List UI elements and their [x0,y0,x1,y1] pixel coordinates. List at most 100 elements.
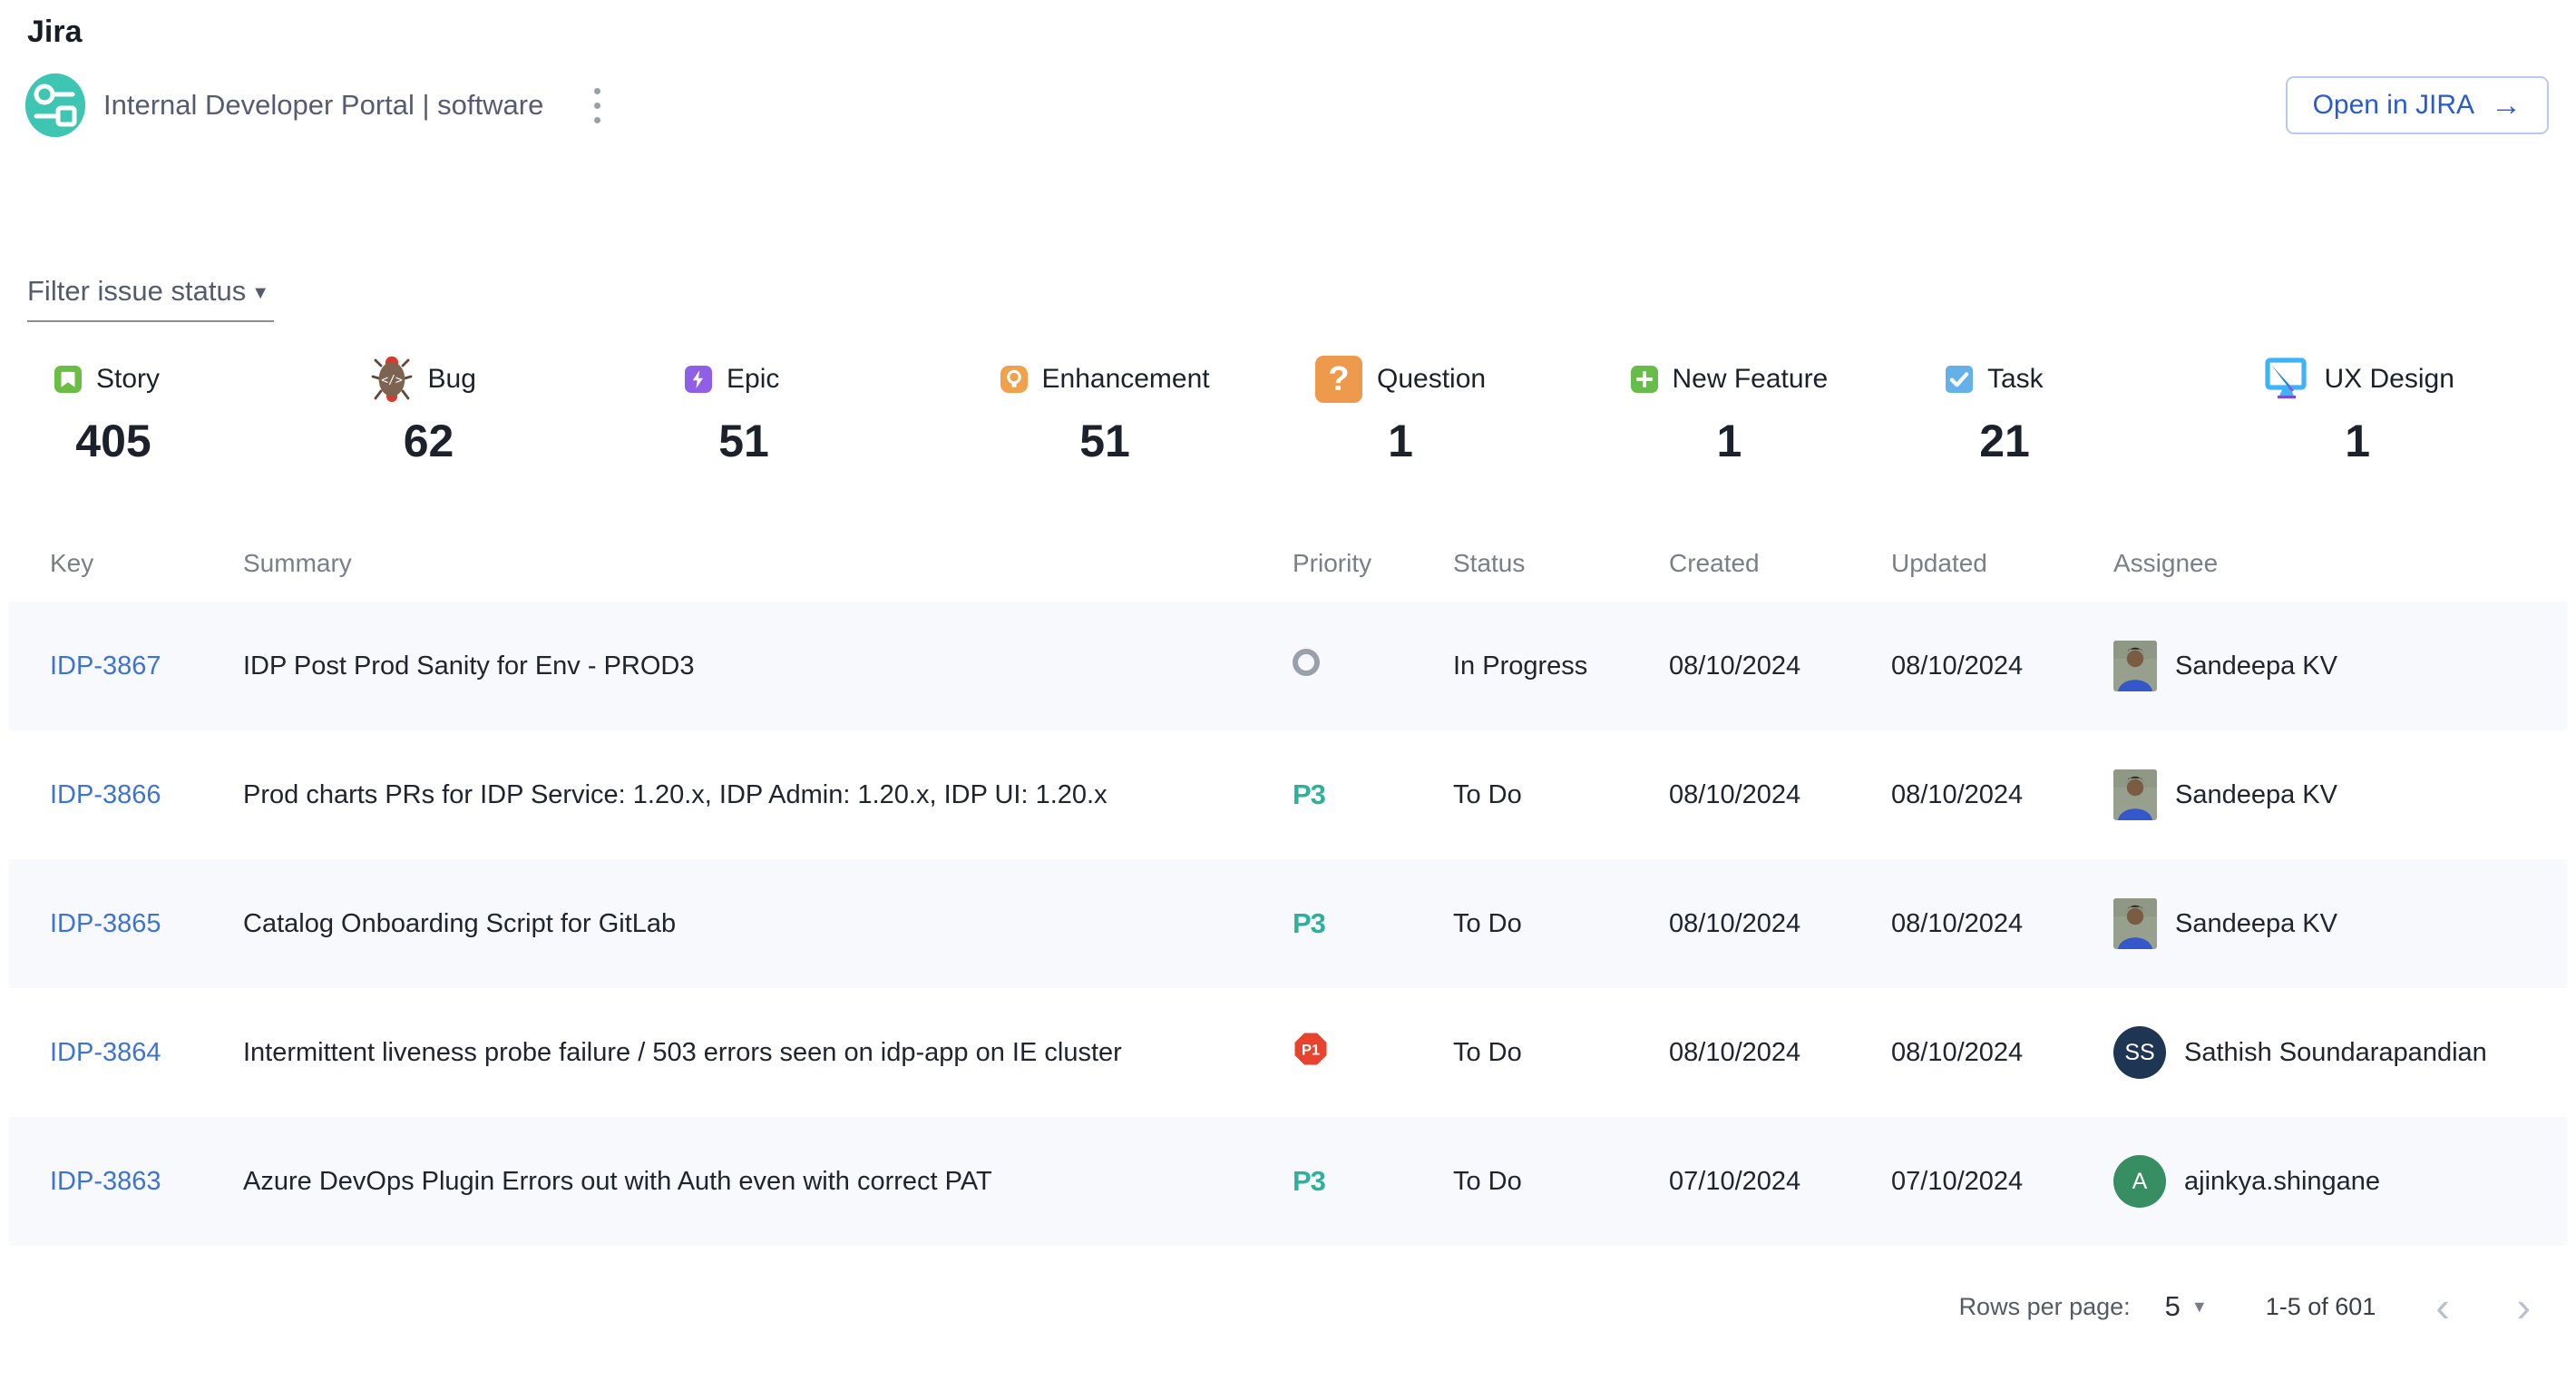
stat-label: UX Design [2325,364,2454,395]
stat-label: New Feature [1673,364,1829,395]
issue-status: To Do [1453,780,1669,810]
issue-key-link[interactable]: IDP-3864 [50,1038,161,1067]
priority-none-icon [1293,649,1320,676]
stat-label: Bug [428,364,476,395]
issue-updated: 08/10/2024 [1891,1038,2113,1068]
avatar [2113,898,2157,949]
card-header: Internal Developer Portal | software Ope… [25,73,2549,137]
col-updated: Updated [1891,549,2113,578]
issue-created: 07/10/2024 [1669,1167,1891,1197]
issue-status: To Do [1453,1038,1669,1068]
stat-count: 62 [370,415,488,467]
priority-p3-icon: P3 [1293,907,1325,939]
stat-count: 1 [2261,415,2454,467]
entity-name: Internal Developer Portal | software [103,89,543,122]
issue-updated: 08/10/2024 [1891,651,2113,681]
col-key: Key [50,549,243,578]
assignee-name: Sandeepa KV [2175,909,2337,939]
story-icon [54,366,82,393]
issue-key-link[interactable]: IDP-3863 [50,1167,161,1196]
assignee-name: Sathish Soundarapandian [2184,1038,2487,1068]
assignee-name: Sandeepa KV [2175,651,2337,681]
filter-issue-status-label: Filter issue status [27,275,246,308]
table-row: IDP-3867 IDP Post Prod Sanity for Env - … [9,602,2567,730]
issue-status: In Progress [1453,651,1669,681]
stat-count: 21 [1946,415,2064,467]
open-in-jira-label: Open in JIRA [2313,90,2474,121]
stat-label: Enhancement [1042,364,1210,395]
prev-page-button[interactable]: ‹ [2428,1286,2456,1327]
epic-icon [685,366,712,393]
stat-count: 1 [1315,415,1486,467]
col-status: Status [1453,549,1669,578]
table-row: IDP-3864 Intermittent liveness probe fai… [9,988,2567,1117]
issue-created: 08/10/2024 [1669,909,1891,939]
issue-summary: Catalog Onboarding Script for GitLab [243,909,1293,939]
bug-icon: </> [370,355,414,404]
stat-ux-design: UX Design 1 [2261,353,2576,467]
ux-design-icon [2261,355,2310,404]
stat-label: Question [1377,364,1486,395]
issue-created: 08/10/2024 [1669,780,1891,810]
question-icon: ? [1315,356,1362,403]
issue-updated: 08/10/2024 [1891,909,2113,939]
avatar-initials: SS [2113,1026,2166,1079]
col-created: Created [1669,549,1891,578]
assignee-name: Sandeepa KV [2175,780,2337,810]
next-page-button[interactable]: › [2510,1286,2538,1327]
jira-plugin-logo-icon [25,73,85,137]
stat-label: Story [96,364,160,395]
issue-status: To Do [1453,909,1669,939]
table-header-row: Key Summary Priority Status Created Upda… [9,525,2567,602]
stat-bug: </> Bug 62 [370,353,686,467]
stat-label: Task [1987,364,2044,395]
rows-per-page-label: Rows per page: [1959,1293,2131,1321]
svg-text:</>: </> [381,374,403,387]
issue-created: 08/10/2024 [1669,651,1891,681]
avatar [2113,641,2157,691]
assignee-name: ajinkya.shingane [2184,1167,2380,1197]
stat-task: Task 21 [1946,353,2261,467]
stat-count: 1 [1631,415,1829,467]
issue-key-link[interactable]: IDP-3865 [50,909,161,938]
chevron-down-icon: ▼ [251,283,269,304]
issue-updated: 07/10/2024 [1891,1167,2113,1197]
stat-question: ? Question 1 [1315,353,1631,467]
stat-new-feature: New Feature 1 [1631,353,1947,467]
issue-key-link[interactable]: IDP-3867 [50,651,161,681]
priority-p3-icon: P3 [1293,1165,1325,1197]
new-feature-icon [1631,366,1658,393]
issue-created: 08/10/2024 [1669,1038,1891,1068]
pagination-range: 1-5 of 601 [2266,1293,2376,1321]
avatar-initials: A [2113,1155,2166,1208]
svg-text:P1: P1 [1302,1042,1320,1059]
issue-key-link[interactable]: IDP-3866 [50,780,161,809]
issue-status: To Do [1453,1167,1669,1197]
issue-summary: Azure DevOps Plugin Errors out with Auth… [243,1167,1293,1197]
stat-count: 405 [54,415,172,467]
filter-issue-status-select[interactable]: Filter issue status ▼ [27,275,274,322]
priority-p3-icon: P3 [1293,779,1325,810]
pagination: Rows per page: 5 ▼ 1-5 of 601 ‹ › [0,1286,2538,1327]
stat-story: Story 405 [54,353,370,467]
rows-per-page-value: 5 [2165,1290,2181,1323]
issue-summary: Prod charts PRs for IDP Service: 1.20.x,… [243,780,1293,810]
stat-count: 51 [1000,415,1210,467]
avatar [2113,769,2157,820]
arrow-right-icon: → [2491,90,2522,121]
table-row: IDP-3863 Azure DevOps Plugin Errors out … [9,1117,2567,1246]
stat-epic: Epic 51 [685,353,1000,467]
col-summary: Summary [243,549,1293,578]
page-title: Jira [27,15,2576,50]
task-icon [1946,366,1973,393]
col-assignee: Assignee [2113,549,2567,578]
enhancement-icon [1000,366,1028,393]
stat-enhancement: Enhancement 51 [1000,353,1316,467]
more-options-kebab-icon[interactable] [589,83,606,129]
issue-type-counters: Story 405 </> [0,353,2576,467]
table-row: IDP-3865 Catalog Onboarding Script for G… [9,859,2567,988]
col-priority: Priority [1293,549,1453,578]
open-in-jira-button[interactable]: Open in JIRA → [2286,76,2549,134]
rows-per-page-select[interactable]: 5 ▼ [2165,1290,2208,1323]
issue-summary: Intermittent liveness probe failure / 50… [243,1038,1293,1068]
